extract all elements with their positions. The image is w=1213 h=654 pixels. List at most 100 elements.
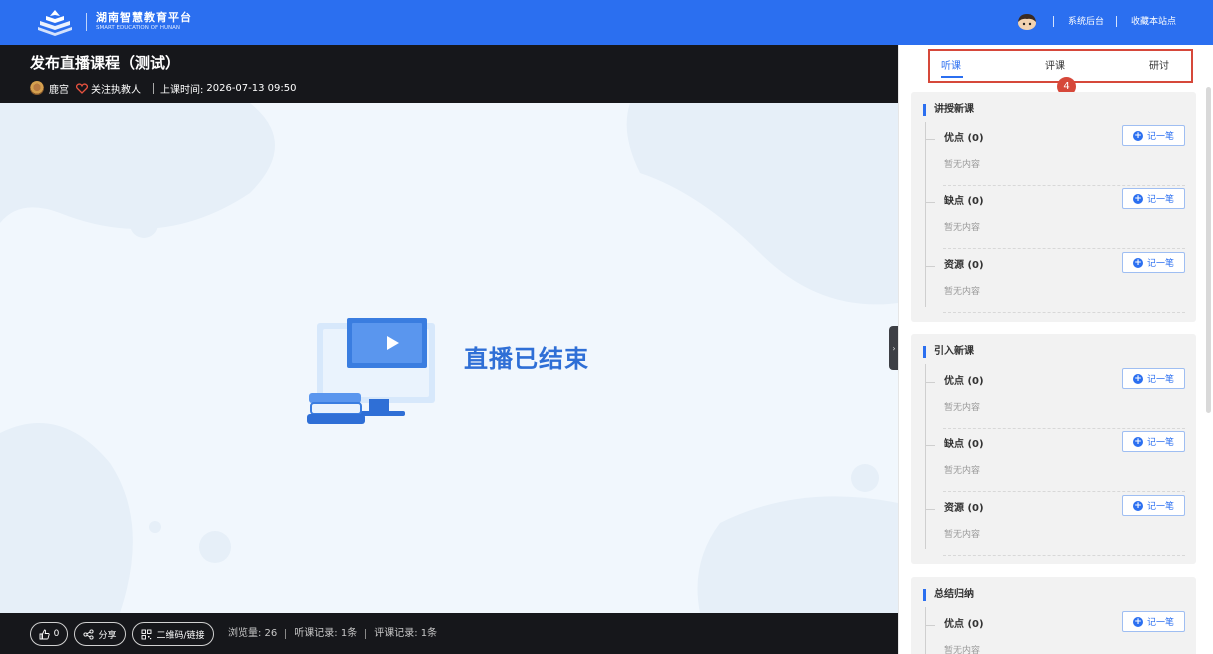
top-header: 湖南智慧教育平台 SMART EDUCATION OF HUNAN 系统后台 收…: [0, 0, 1213, 45]
sub-item-resources: 资源 (0) + 记一笔 暂无内容: [925, 252, 1185, 320]
plus-circle-icon: +: [1132, 500, 1143, 511]
empty-text: 暂无内容: [944, 160, 981, 170]
qr-label: 二维码/链接: [156, 630, 205, 641]
plus-circle-icon: +: [1132, 436, 1143, 447]
section-title-bar: [923, 346, 926, 358]
sub-item-resources: 资源 (0) + 记一笔 暂无内容: [925, 495, 1185, 563]
sub-item-advantages: 优点 (0) + 记一笔 暂无内容: [925, 125, 1185, 193]
heart-icon: [76, 82, 88, 94]
sub-item-label: 资源 (0): [944, 260, 984, 271]
sub-item-disadvantages: 缺点 (0) + 记一笔 暂无内容: [925, 431, 1185, 499]
section-title: 讲授新课: [923, 104, 974, 116]
tree-tick: [925, 625, 935, 626]
follow-label: 关注执教人: [91, 84, 141, 96]
course-meta: 鹿宫 关注执教人 上课时间: 2026-07-13 09:50: [30, 81, 297, 96]
live-ended-text: 直播已结束: [464, 345, 589, 373]
dashed-divider: [943, 428, 1185, 429]
meta-separator: [153, 82, 154, 94]
like-button[interactable]: 0: [30, 622, 68, 646]
tab-discuss[interactable]: 研讨: [1149, 60, 1169, 73]
add-note-button[interactable]: + 记一笔: [1122, 125, 1185, 146]
video-footer: 0 分享 二维码/链接 浏览量: 26 听课记录: 1条 评课记录: 1条: [0, 613, 898, 654]
platform-logo-icon[interactable]: [36, 8, 74, 36]
dashed-divider: [943, 491, 1185, 492]
qr-code-icon: [142, 629, 152, 639]
section-title-bar: [923, 104, 926, 116]
thumbs-up-icon: [39, 629, 50, 639]
chevron-right-icon: ›: [892, 343, 896, 353]
dashed-divider: [943, 185, 1185, 186]
empty-text: 暂无内容: [944, 466, 981, 476]
sub-item-advantages: 优点 (0) + 记一笔 暂无内容: [925, 611, 1185, 654]
tree-tick: [925, 382, 935, 383]
add-note-label: 记一笔: [1146, 375, 1174, 385]
tree-tick: [925, 202, 935, 203]
sub-item-label: 缺点 (0): [944, 196, 984, 207]
stats-separator: [285, 629, 287, 639]
header-separator: [1116, 16, 1117, 27]
stage-background-shapes: [0, 103, 898, 613]
panel-scrollbar[interactable]: [1206, 87, 1211, 413]
view-count: 浏览量: 26: [228, 628, 278, 639]
follow-teacher-button[interactable]: 关注执教人: [76, 81, 141, 96]
class-time-label: 上课时间:: [160, 84, 204, 96]
add-note-button[interactable]: + 记一笔: [1122, 611, 1185, 632]
share-label: 分享: [98, 630, 117, 641]
add-note-label: 记一笔: [1146, 618, 1174, 628]
section-title-text: 讲授新课: [934, 104, 974, 115]
add-note-label: 记一笔: [1146, 259, 1174, 269]
listen-record-count: 听课记录: 1条: [294, 628, 358, 639]
sub-item-label: 优点 (0): [944, 376, 984, 387]
teacher-name[interactable]: 鹿宫: [49, 81, 69, 96]
sub-item-disadvantages: 缺点 (0) + 记一笔 暂无内容: [925, 188, 1185, 256]
user-avatar-icon[interactable]: [1017, 13, 1037, 31]
add-note-button[interactable]: + 记一笔: [1122, 431, 1185, 452]
empty-text: 暂无内容: [944, 530, 981, 540]
add-note-button[interactable]: + 记一笔: [1122, 368, 1185, 389]
dashed-divider: [943, 555, 1185, 556]
sub-item-advantages: 优点 (0) + 记一笔 暂无内容: [925, 368, 1185, 436]
share-icon: [83, 628, 95, 640]
tree-tick: [925, 509, 935, 510]
logo-divider: [86, 13, 87, 31]
view-stats: 浏览量: 26 听课记录: 1条 评课记录: 1条: [228, 628, 437, 640]
empty-text: 暂无内容: [944, 287, 981, 297]
stats-separator: [365, 629, 367, 639]
tab-listen[interactable]: 听课: [941, 60, 961, 73]
live-ended-illustration-icon: [307, 318, 435, 424]
system-admin-link[interactable]: 系统后台: [1068, 16, 1104, 28]
tree-tick: [925, 139, 935, 140]
tab-review[interactable]: 评课: [1045, 60, 1065, 73]
bookmark-site-link[interactable]: 收藏本站点: [1131, 16, 1176, 28]
plus-circle-icon: +: [1132, 257, 1143, 268]
video-stage[interactable]: 直播已结束: [0, 103, 898, 613]
share-button[interactable]: 分享: [74, 622, 126, 646]
section-title: 引入新课: [923, 346, 974, 358]
add-note-button[interactable]: + 记一笔: [1122, 188, 1185, 209]
section-title-bar: [923, 589, 926, 601]
add-note-label: 记一笔: [1146, 438, 1174, 448]
empty-text: 暂无内容: [944, 646, 981, 654]
active-tab-underline: [941, 76, 963, 78]
sub-item-label: 优点 (0): [944, 619, 984, 630]
empty-text: 暂无内容: [944, 223, 981, 233]
plus-circle-icon: +: [1132, 130, 1143, 141]
plus-circle-icon: +: [1132, 373, 1143, 384]
sub-item-label: 资源 (0): [944, 503, 984, 514]
review-record-count: 评课记录: 1条: [374, 628, 438, 639]
teacher-avatar: [30, 81, 44, 95]
add-note-label: 记一笔: [1146, 132, 1174, 142]
platform-name[interactable]: 湖南智慧教育平台: [96, 11, 192, 24]
plus-circle-icon: +: [1132, 193, 1143, 204]
add-note-label: 记一笔: [1146, 502, 1174, 512]
dashed-divider: [943, 248, 1185, 249]
empty-text: 暂无内容: [944, 403, 981, 413]
right-panel: 听课 评课 研讨 4 讲授新课 优点 (0) + 记一笔 暂无内容 缺点 (0) …: [898, 45, 1213, 654]
sub-item-label: 优点 (0): [944, 133, 984, 144]
add-note-label: 记一笔: [1146, 195, 1174, 205]
tree-tick: [925, 445, 935, 446]
add-note-button[interactable]: + 记一笔: [1122, 495, 1185, 516]
add-note-button[interactable]: + 记一笔: [1122, 252, 1185, 273]
qr-link-button[interactable]: 二维码/链接: [132, 622, 214, 646]
section-card: 引入新课 优点 (0) + 记一笔 暂无内容 缺点 (0) + 记一笔 暂无内容 资…: [911, 334, 1196, 564]
